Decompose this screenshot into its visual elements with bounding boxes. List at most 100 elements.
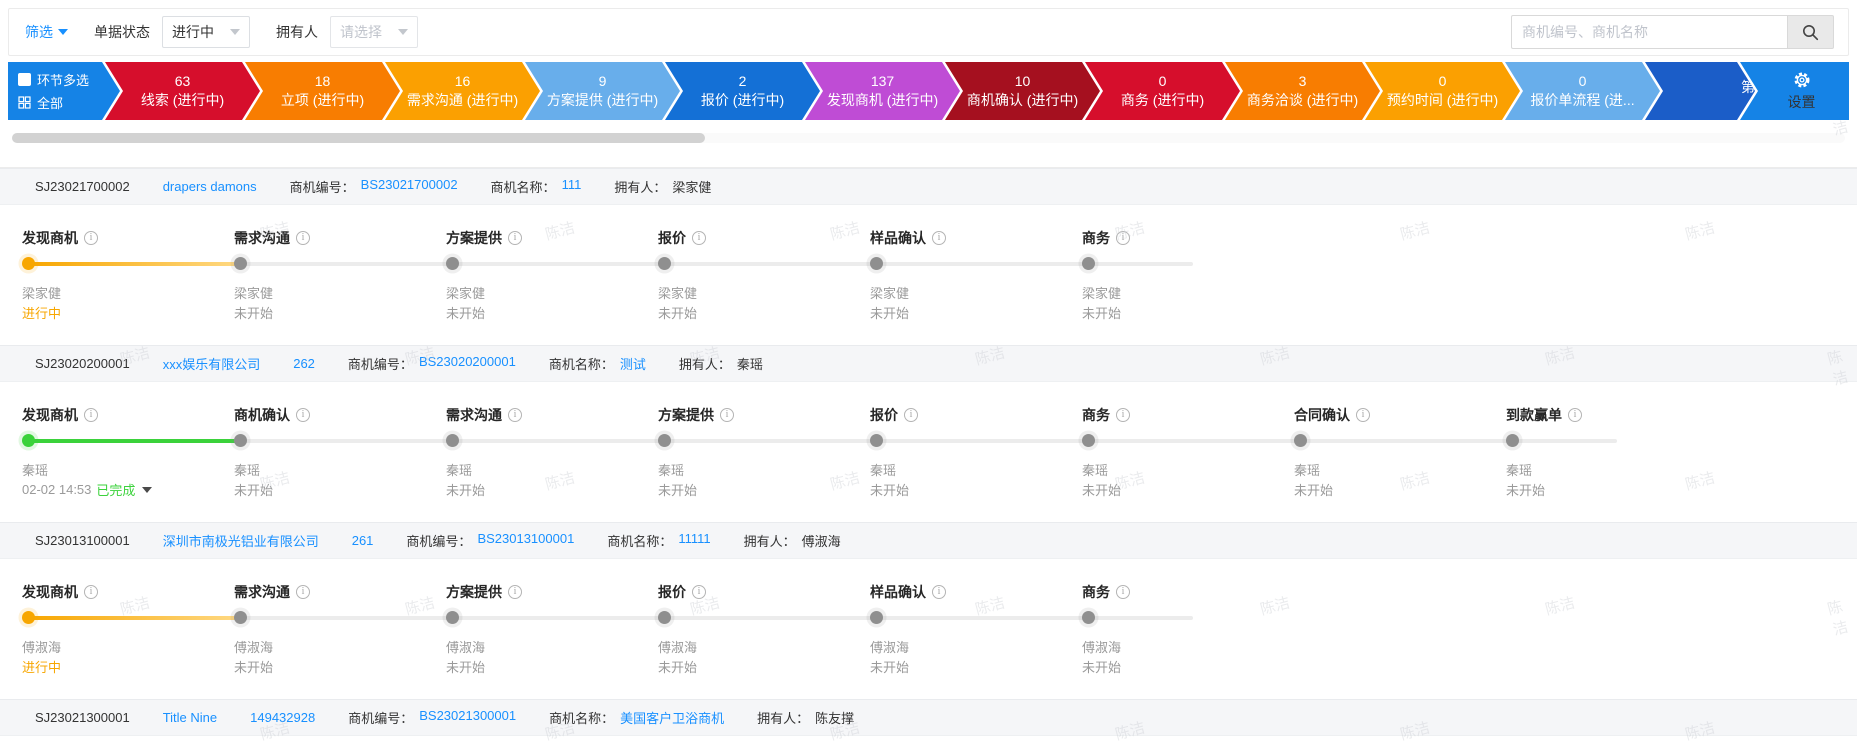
record-stage-row: 发现商机 i 秦瑶 02-02 14:53 已完成 商机确认 i 秦瑶 未开始	[0, 382, 1857, 498]
stage-owner: 傅淑海	[446, 640, 486, 655]
info-icon[interactable]: i	[932, 585, 946, 599]
stage-progress-dot	[1506, 434, 1519, 447]
stage-status: 未开始	[1294, 483, 1334, 498]
info-icon[interactable]: i	[84, 231, 98, 245]
stage-owner: 秦瑶	[658, 463, 685, 478]
funnel-stage[interactable]: 0 商务 (进行中)	[1085, 62, 1240, 120]
stage-status: 未开始	[234, 660, 274, 675]
record-name-value[interactable]: 测试	[620, 354, 646, 373]
record-company-extra-link[interactable]: 262	[293, 356, 315, 371]
record-company-link[interactable]: 深圳市南极光铝业有限公司	[163, 531, 319, 550]
record-owner-value: 秦瑶	[736, 357, 763, 372]
funnel-stage[interactable]: 9 方案提供 (进行中)	[525, 62, 680, 120]
record-code-value[interactable]: BS23021700002	[361, 177, 458, 196]
record-company-link[interactable]: drapers damons	[163, 179, 257, 194]
stage-cell: 样品确认 i 梁家健 未开始	[870, 228, 1088, 321]
info-icon[interactable]: i	[508, 585, 522, 599]
funnel-stage[interactable]: 10 商机确认 (进行中)	[945, 62, 1100, 120]
record-company-extra-link[interactable]: 149432928	[250, 710, 315, 725]
stage-cell: 需求沟通 i 傅淑海 未开始	[234, 582, 452, 675]
funnel-stage-count: 3	[1298, 73, 1307, 89]
info-icon[interactable]: i	[296, 231, 310, 245]
info-icon[interactable]: i	[1356, 408, 1370, 422]
filter-toggle-label: 筛选	[25, 24, 53, 40]
info-icon[interactable]: i	[296, 408, 310, 422]
info-icon[interactable]: i	[1116, 408, 1130, 422]
stage-progress	[870, 611, 1088, 624]
info-icon[interactable]: i	[932, 231, 946, 245]
record-code-value[interactable]: BS23013100001	[477, 531, 574, 550]
info-icon[interactable]: i	[508, 408, 522, 422]
record-name-value[interactable]: 11111	[678, 531, 710, 550]
multiselect-label: 环节多选	[37, 73, 90, 88]
multiselect-checkbox[interactable]	[18, 73, 31, 86]
funnel-stage[interactable]: 3 商务洽谈 (进行中)	[1225, 62, 1380, 120]
funnel-stage-truncated[interactable]: 第	[1645, 62, 1755, 120]
funnel-stage[interactable]: 16 需求沟通 (进行中)	[385, 62, 540, 120]
filter-toggle-button[interactable]: 筛选	[25, 22, 68, 42]
stage-cell: 报价 i 梁家健 未开始	[658, 228, 876, 321]
stage-status: 未开始	[658, 660, 698, 675]
stage-funnel: 环节多选 全部 63 线索 (进行中) 18 立项 (进行中) 16 需求沟通 (进行中)…	[8, 62, 1849, 120]
stage-cell: 需求沟通 i 梁家健 未开始	[234, 228, 452, 321]
status-select[interactable]: 进行中	[162, 16, 250, 48]
info-icon[interactable]: i	[904, 408, 918, 422]
funnel-stage[interactable]: 18 立项 (进行中)	[245, 62, 400, 120]
funnel-stage-label: 方案提供 (进行中)	[546, 92, 659, 108]
record-company-link[interactable]: xxx娱乐有限公司	[163, 354, 261, 373]
info-icon[interactable]: i	[692, 585, 706, 599]
owner-field: 拥有人 请选择	[276, 16, 418, 48]
info-icon[interactable]: i	[84, 585, 98, 599]
record-code-value[interactable]: BS23021300001	[419, 708, 516, 727]
info-icon[interactable]: i	[692, 231, 706, 245]
info-icon[interactable]: i	[1116, 585, 1130, 599]
info-icon[interactable]: i	[1116, 231, 1130, 245]
record-code-value[interactable]: BS23020200001	[419, 354, 516, 373]
stage-status: 未开始	[870, 306, 910, 321]
info-icon[interactable]: i	[296, 585, 310, 599]
funnel-stage[interactable]: 2 报价 (进行中)	[665, 62, 820, 120]
stage-owner: 梁家健	[870, 286, 910, 301]
search-button[interactable]	[1787, 15, 1834, 49]
stage-progress-line	[876, 261, 1088, 266]
funnel-stage[interactable]: 0 报价单流程 (进...	[1505, 62, 1660, 120]
search-input[interactable]	[1511, 15, 1787, 49]
stage-multiselect-block[interactable]: 环节多选 全部	[8, 62, 120, 120]
stage-title: 方案提供	[446, 584, 502, 600]
record-name-value[interactable]: 111	[562, 177, 582, 196]
funnel-stage[interactable]: 63 线索 (进行中)	[105, 62, 260, 120]
stage-title: 报价	[658, 584, 686, 600]
horizontal-scrollbar-thumb[interactable]	[12, 133, 705, 143]
record-code-label: 商机编号：	[406, 534, 472, 549]
info-icon[interactable]: i	[720, 408, 734, 422]
stage-progress-dot	[1294, 434, 1307, 447]
record-name-value[interactable]: 美国客户卫浴商机	[620, 708, 724, 727]
stage-progress-dot	[870, 611, 883, 624]
info-icon[interactable]: i	[1568, 408, 1582, 422]
owner-select[interactable]: 请选择	[330, 16, 418, 48]
stage-title: 合同确认	[1294, 407, 1350, 423]
horizontal-scrollbar[interactable]	[12, 133, 1845, 143]
stage-cell: 发现商机 i 秦瑶 02-02 14:53 已完成	[22, 405, 240, 498]
stage-cell: 商务 i 傅淑海 未开始	[1082, 582, 1294, 675]
stage-cell: 方案提供 i 梁家健 未开始	[446, 228, 664, 321]
record-company-link[interactable]: Title Nine	[163, 710, 217, 725]
stage-cell: 报价 i 傅淑海 未开始	[658, 582, 876, 675]
funnel-stage[interactable]: 137 发现商机 (进行中)	[805, 62, 960, 120]
stage-progress	[658, 611, 876, 624]
stage-owner: 傅淑海	[1082, 640, 1122, 655]
stage-progress-dot	[658, 434, 671, 447]
stage-progress-line	[1088, 615, 1193, 620]
record-company-extra-link[interactable]: 261	[352, 533, 374, 548]
funnel-settings-button[interactable]: 设置	[1740, 62, 1849, 120]
stage-progress	[234, 611, 452, 624]
stage-progress	[446, 257, 664, 270]
record-stage-row: 发现商机 i 梁家健 进行中 需求沟通 i 梁家健 未开始 方案提供 i 梁家健…	[0, 205, 1857, 321]
funnel-stage-count: 0	[1578, 73, 1587, 89]
stage-status-dropdown-icon[interactable]	[142, 486, 153, 493]
record-id: SJ23020200001	[35, 356, 130, 371]
info-icon[interactable]: i	[508, 231, 522, 245]
info-icon[interactable]: i	[84, 408, 98, 422]
stage-progress	[22, 434, 240, 447]
funnel-stage[interactable]: 0 预约时间 (进行中)	[1365, 62, 1520, 120]
